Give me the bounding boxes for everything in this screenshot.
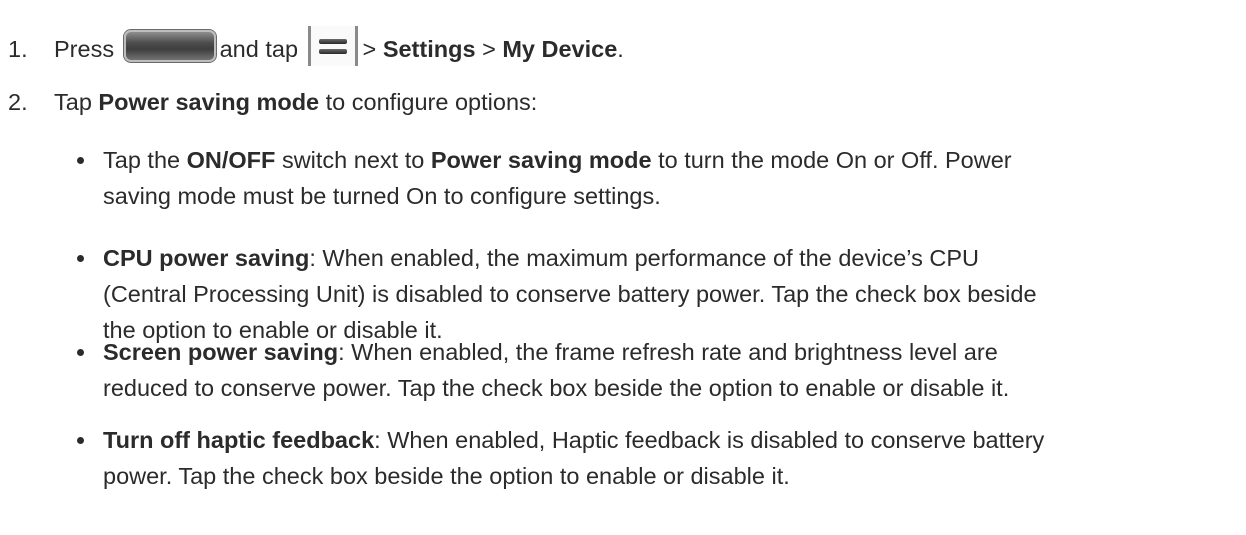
line: Turn off haptic feedback: When enabled, …: [103, 422, 1238, 458]
separator: >: [362, 36, 377, 62]
power-saving-mode-label: Power saving mode: [430, 147, 652, 173]
text: to turn the mode On or Off. Power: [658, 147, 1012, 173]
text: : When enabled, the frame refresh rate a…: [338, 339, 998, 365]
list-item-cpu-power-saving: CPU power saving: When enabled, the maxi…: [77, 240, 1238, 348]
bullet-icon: [77, 255, 84, 262]
text: : When enabled, the maximum performance …: [309, 245, 979, 271]
step-1: 1. Press and tap > Settings > My Device.: [8, 26, 1238, 67]
step-text-press: Press: [54, 36, 115, 62]
line: CPU power saving: When enabled, the maxi…: [103, 240, 1238, 276]
step-number: 2.: [8, 89, 28, 115]
bullet-icon: [77, 437, 84, 444]
list-item-onoff: Tap the ON/OFF switch next to Power savi…: [77, 142, 1238, 214]
onoff-label: ON/OFF: [186, 147, 276, 173]
line: power. Tap the check box beside the opti…: [103, 463, 790, 489]
option-title: CPU power saving: [103, 245, 310, 271]
line: Tap the ON/OFF switch next to Power savi…: [103, 142, 1238, 178]
bullet-icon: [77, 157, 84, 164]
separator: >: [482, 36, 496, 62]
bullet-icon: [77, 349, 84, 356]
document-page: 1. Press and tap > Settings > My Device. …: [0, 0, 1246, 535]
home-button-icon: [123, 30, 216, 62]
my-device-label: My Device: [502, 36, 618, 62]
line: saving mode must be turned On to configu…: [103, 183, 661, 209]
menu-icon: [307, 26, 358, 66]
list-item-screen-power-saving: Screen power saving: When enabled, the f…: [77, 334, 1238, 406]
text: : When enabled, Haptic feedback is disab…: [374, 427, 1045, 453]
option-title: Turn off haptic feedback: [103, 427, 375, 453]
line: Screen power saving: When enabled, the f…: [103, 334, 1238, 370]
text: Tap the: [103, 147, 181, 173]
list-item-haptic-feedback: Turn off haptic feedback: When enabled, …: [77, 422, 1238, 494]
line: reduced to conserve power. Tap the check…: [103, 375, 1010, 401]
step-text-tap: Tap: [54, 89, 92, 115]
option-title: Screen power saving: [103, 339, 339, 365]
step-text-rest: to configure options:: [325, 89, 538, 115]
step-2: 2. Tap Power saving mode to configure opt…: [8, 84, 1238, 120]
power-saving-mode-label: Power saving mode: [98, 89, 320, 115]
step-text-and-tap: and tap: [219, 36, 299, 62]
line: (Central Processing Unit) is disabled to…: [103, 281, 1037, 307]
step-number: 1.: [8, 36, 28, 62]
period: .: [617, 36, 624, 62]
settings-label: Settings: [382, 36, 476, 62]
text: switch next to: [281, 147, 425, 173]
